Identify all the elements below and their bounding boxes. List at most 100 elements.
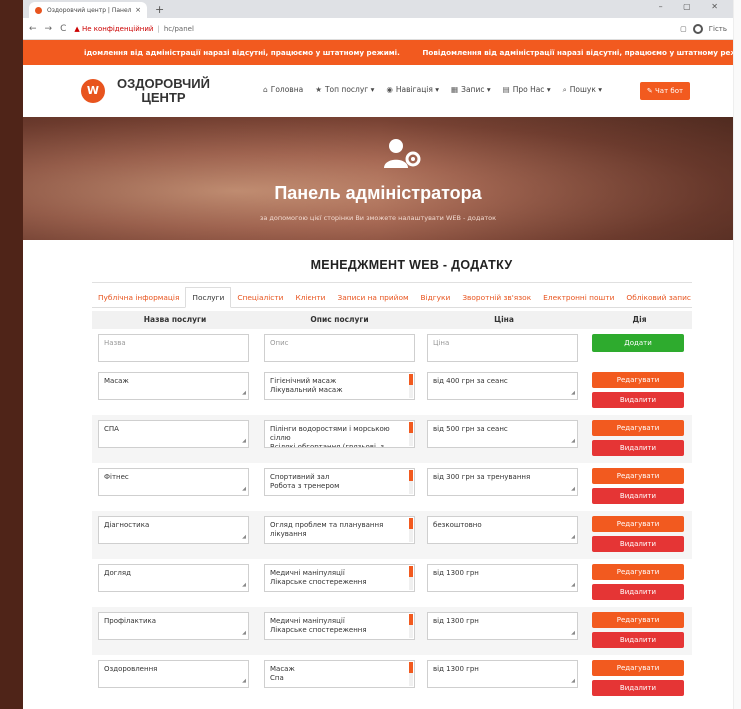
scrollbar-thumb[interactable] (409, 422, 413, 433)
right-scrollbar[interactable] (733, 0, 741, 709)
menu-item-about[interactable]: ▤ Про Нас ▾ (503, 85, 551, 95)
window-controls[interactable]: – ▢ ✕ (659, 2, 727, 11)
service-price-field[interactable]: від 1300 грн ◢ (427, 612, 578, 640)
edit-button[interactable]: Редагувати (592, 612, 684, 628)
service-name-field[interactable]: Оздоровлення ◢ (98, 660, 249, 688)
service-price-field[interactable]: безкоштовно ◢ (427, 516, 578, 544)
delete-button[interactable]: Видалити (592, 632, 684, 648)
edit-button[interactable]: Редагувати (592, 372, 684, 388)
service-description-field[interactable]: Масаж Спа (264, 660, 415, 688)
resize-handle-icon[interactable]: ◢ (242, 677, 246, 686)
edit-button[interactable]: Редагувати (592, 516, 684, 532)
scrollbar-thumb[interactable] (409, 614, 413, 625)
resize-handle-icon[interactable]: ◢ (242, 581, 246, 590)
tab-clients[interactable]: Клієнти (289, 288, 331, 307)
resize-handle-icon[interactable]: ◢ (571, 629, 575, 638)
logo-icon[interactable]: W (81, 79, 105, 103)
scrollbar-thumb[interactable] (409, 566, 413, 577)
resize-handle-icon[interactable]: ◢ (242, 389, 246, 398)
service-price-field[interactable]: від 1300 грн ◢ (427, 564, 578, 592)
resize-handle-icon[interactable]: ◢ (242, 437, 246, 446)
tab-reviews[interactable]: Відгуки (415, 288, 457, 307)
menu-item-booking[interactable]: ▦ Запис ▾ (451, 85, 491, 95)
service-name-field[interactable]: Профілактика ◢ (98, 612, 249, 640)
edit-button[interactable]: Редагувати (592, 420, 684, 436)
forward-icon[interactable]: → (45, 24, 53, 34)
admin-tabs: Публічна інформація Послуги Спеціалісти … (92, 287, 692, 308)
browser-tab-title: Оздоровчий центр | Панель упр (47, 6, 132, 14)
service-description-field[interactable]: Спортивний зал Робота з тренером (264, 468, 415, 496)
chat-bot-button[interactable]: ✎ Чат бот (640, 82, 690, 100)
service-price-field[interactable]: від 400 грн за сеанс ◢ (427, 372, 578, 400)
service-name-field[interactable]: СПА ◢ (98, 420, 249, 448)
scrollbar-thumb[interactable] (409, 374, 413, 385)
service-description-field[interactable]: Гігієнічний масаж Лікувальний масаж (264, 372, 415, 400)
service-price-field[interactable]: від 1300 грн ◢ (427, 660, 578, 688)
menu-item-search[interactable]: ⌕ Пошук ▾ (563, 85, 602, 95)
resize-handle-icon[interactable]: ◢ (571, 437, 575, 446)
menu-item-navigation[interactable]: ◉ Навігація ▾ (386, 85, 439, 95)
resize-handle-icon[interactable]: ◢ (571, 389, 575, 398)
url-field[interactable]: ▲ Не конфіденційний | hc/panel (74, 25, 680, 33)
tab-public-info[interactable]: Публічна інформація (92, 288, 185, 307)
tab-search-icon[interactable]: ▢ (680, 25, 687, 33)
service-price-field[interactable]: від 300 грн за тренування ◢ (427, 468, 578, 496)
not-secure-label: ▲ Не конфіденційний (74, 24, 154, 33)
service-name-field[interactable]: Догляд ◢ (98, 564, 249, 592)
new-price-input[interactable]: Ціна (427, 334, 578, 362)
resize-handle-icon[interactable]: ◢ (242, 485, 246, 494)
delete-button[interactable]: Видалити (592, 584, 684, 600)
service-name-field[interactable]: Масаж ◢ (98, 372, 249, 400)
menu-item-home[interactable]: ⌂ Головна (263, 85, 303, 95)
resize-handle-icon[interactable]: ◢ (242, 533, 246, 542)
resize-handle-icon[interactable]: ◢ (571, 485, 575, 494)
service-description-field[interactable]: Медичні маніпуляції Лікарське спостереже… (264, 564, 415, 592)
notice-bar: ідомлення від адміністрації наразі відсу… (23, 40, 733, 65)
resize-handle-icon[interactable]: ◢ (571, 581, 575, 590)
profile-avatar-icon (692, 23, 703, 34)
reload-icon[interactable]: C (60, 24, 66, 34)
delete-button[interactable]: Видалити (592, 392, 684, 408)
resize-handle-icon[interactable]: ◢ (571, 677, 575, 686)
close-tab-icon[interactable]: × (135, 6, 141, 14)
edit-button[interactable]: Редагувати (592, 564, 684, 580)
service-name-field[interactable]: Діагностика ◢ (98, 516, 249, 544)
edit-button[interactable]: Редагувати (592, 468, 684, 484)
service-price-field[interactable]: від 500 грн за сеанс ◢ (427, 420, 578, 448)
edit-button[interactable]: Редагувати (592, 660, 684, 676)
service-description-field[interactable]: Огляд проблем та планування лікування (264, 516, 415, 544)
tab-specialists[interactable]: Спеціалісти (231, 288, 289, 307)
new-tab-icon[interactable]: + (155, 2, 164, 18)
resize-handle-icon[interactable]: ◢ (571, 533, 575, 542)
brand-name[interactable]: ОЗДОРОВЧИЙ ЦЕНТР (117, 77, 210, 105)
delete-button[interactable]: Видалити (592, 536, 684, 552)
service-description-field[interactable]: Медичні маніпуляції Лікарське спостереже… (264, 612, 415, 640)
browser-tab[interactable]: Оздоровчий центр | Панель упр × (29, 2, 147, 18)
delete-button[interactable]: Видалити (592, 680, 684, 696)
scrollbar-thumb[interactable] (409, 518, 413, 529)
service-name-field[interactable]: Фітнес ◢ (98, 468, 249, 496)
scrollbar-thumb[interactable] (409, 470, 413, 481)
table-row: Оздоровлення ◢ Масаж Спа від 1300 грн ◢ Редаг… (92, 655, 692, 703)
tab-feedback[interactable]: Зворотній зв'язок (456, 288, 537, 307)
menu-item-top-services[interactable]: ★ Топ послуг ▾ (315, 85, 374, 95)
column-header-action: Дія (632, 315, 647, 324)
service-description-field[interactable]: Пілінги водоростями і морською сіллю Всі… (264, 420, 415, 448)
back-icon[interactable]: ← (29, 24, 37, 34)
add-button[interactable]: Додати (592, 334, 684, 352)
new-description-input[interactable]: Опис (264, 334, 415, 362)
browser-tab-row: Оздоровчий центр | Панель упр × + (23, 0, 733, 18)
delete-button[interactable]: Видалити (592, 488, 684, 504)
column-header-name: Назва послуги (143, 315, 207, 324)
tab-emails[interactable]: Електронні пошти (537, 288, 620, 307)
delete-button[interactable]: Видалити (592, 440, 684, 456)
new-name-input[interactable]: Назва (98, 334, 249, 362)
tab-account[interactable]: Обліковий запис (620, 288, 697, 307)
scrollbar-thumb[interactable] (409, 662, 413, 673)
tab-services[interactable]: Послуги (185, 287, 232, 308)
profile-area[interactable]: ▢ Гість (680, 23, 727, 34)
divider (92, 282, 692, 283)
calendar-icon: ▦ (451, 85, 459, 94)
tab-appointments[interactable]: Записи на прийом (331, 288, 414, 307)
resize-handle-icon[interactable]: ◢ (242, 629, 246, 638)
